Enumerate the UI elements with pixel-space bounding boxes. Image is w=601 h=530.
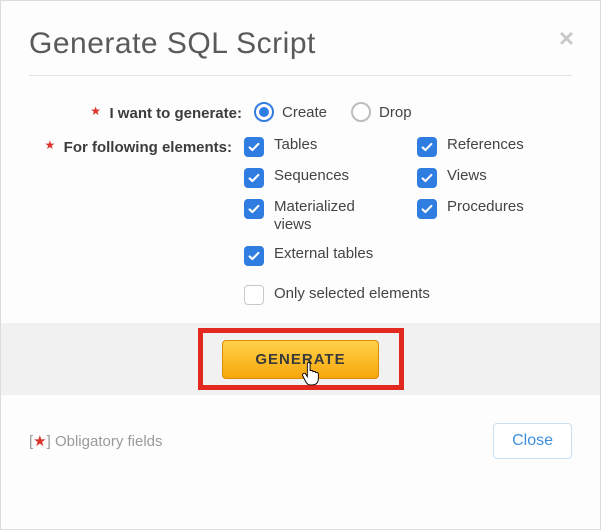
- checkbox-icon: [244, 246, 264, 266]
- check-references[interactable]: References: [417, 136, 572, 157]
- check-materialized-views[interactable]: Materialized views: [244, 198, 399, 236]
- radio-create[interactable]: [254, 102, 274, 122]
- row-generate-type: ★ I want to generate: Create Drop: [29, 102, 572, 124]
- checkbox-icon: [417, 168, 437, 188]
- dialog-footer: [★] Obligatory fields Close: [29, 395, 572, 459]
- checkbox-icon: [244, 199, 264, 219]
- check-label: Views: [447, 167, 487, 186]
- dialog-generate-sql: × Generate SQL Script ★ I want to genera…: [0, 0, 601, 530]
- check-views[interactable]: Views: [417, 167, 572, 188]
- check-label: Materialized views: [274, 198, 384, 236]
- close-icon[interactable]: ×: [559, 25, 574, 51]
- row-elements: ★ For following elements: Tables Sequenc…: [29, 136, 572, 306]
- check-label: Tables: [274, 136, 317, 155]
- divider: [29, 75, 572, 76]
- dialog-title: Generate SQL Script: [29, 27, 572, 61]
- obligatory-text: Obligatory fields: [55, 433, 163, 450]
- check-col-right: References Views Procedures: [417, 136, 572, 277]
- button-bar: GENERATE: [1, 323, 600, 395]
- check-label: External tables: [274, 245, 373, 264]
- required-star-icon: ★: [44, 138, 55, 152]
- required-star-icon: ★: [90, 104, 101, 118]
- label-want-text: I want to generate:: [109, 104, 242, 124]
- check-label: Only selected elements: [274, 285, 430, 304]
- check-procedures[interactable]: Procedures: [417, 198, 572, 219]
- form-area: ★ I want to generate: Create Drop ★ For …: [29, 96, 572, 305]
- generate-button[interactable]: GENERATE: [222, 340, 378, 379]
- checkbox-icon: [244, 168, 264, 188]
- check-sequences[interactable]: Sequences: [244, 167, 399, 188]
- obligatory-note: [★] Obligatory fields: [29, 432, 163, 450]
- radio-drop-label[interactable]: Drop: [379, 104, 412, 121]
- check-label: Procedures: [447, 198, 524, 217]
- required-star-icon: ★: [33, 433, 46, 450]
- label-elements-text: For following elements:: [64, 138, 232, 158]
- check-label: Sequences: [274, 167, 349, 186]
- checkbox-icon: [417, 199, 437, 219]
- checkbox-icon: [244, 137, 264, 157]
- generate-button-label: GENERATE: [255, 351, 345, 368]
- close-button[interactable]: Close: [493, 423, 572, 459]
- checkbox-area: Tables Sequences Materialized views: [244, 136, 572, 306]
- label-elements: ★ For following elements:: [29, 136, 244, 158]
- radio-drop[interactable]: [351, 102, 371, 122]
- check-label: References: [447, 136, 524, 155]
- checkbox-icon: [244, 285, 264, 305]
- label-want: ★ I want to generate:: [29, 102, 254, 124]
- check-col-left: Tables Sequences Materialized views: [244, 136, 399, 277]
- radio-create-label[interactable]: Create: [282, 104, 327, 121]
- radio-group-area: Create Drop: [254, 102, 572, 122]
- check-external-tables[interactable]: External tables: [244, 245, 399, 266]
- check-only-selected[interactable]: Only selected elements: [244, 284, 572, 305]
- checkbox-icon: [417, 137, 437, 157]
- check-tables[interactable]: Tables: [244, 136, 399, 157]
